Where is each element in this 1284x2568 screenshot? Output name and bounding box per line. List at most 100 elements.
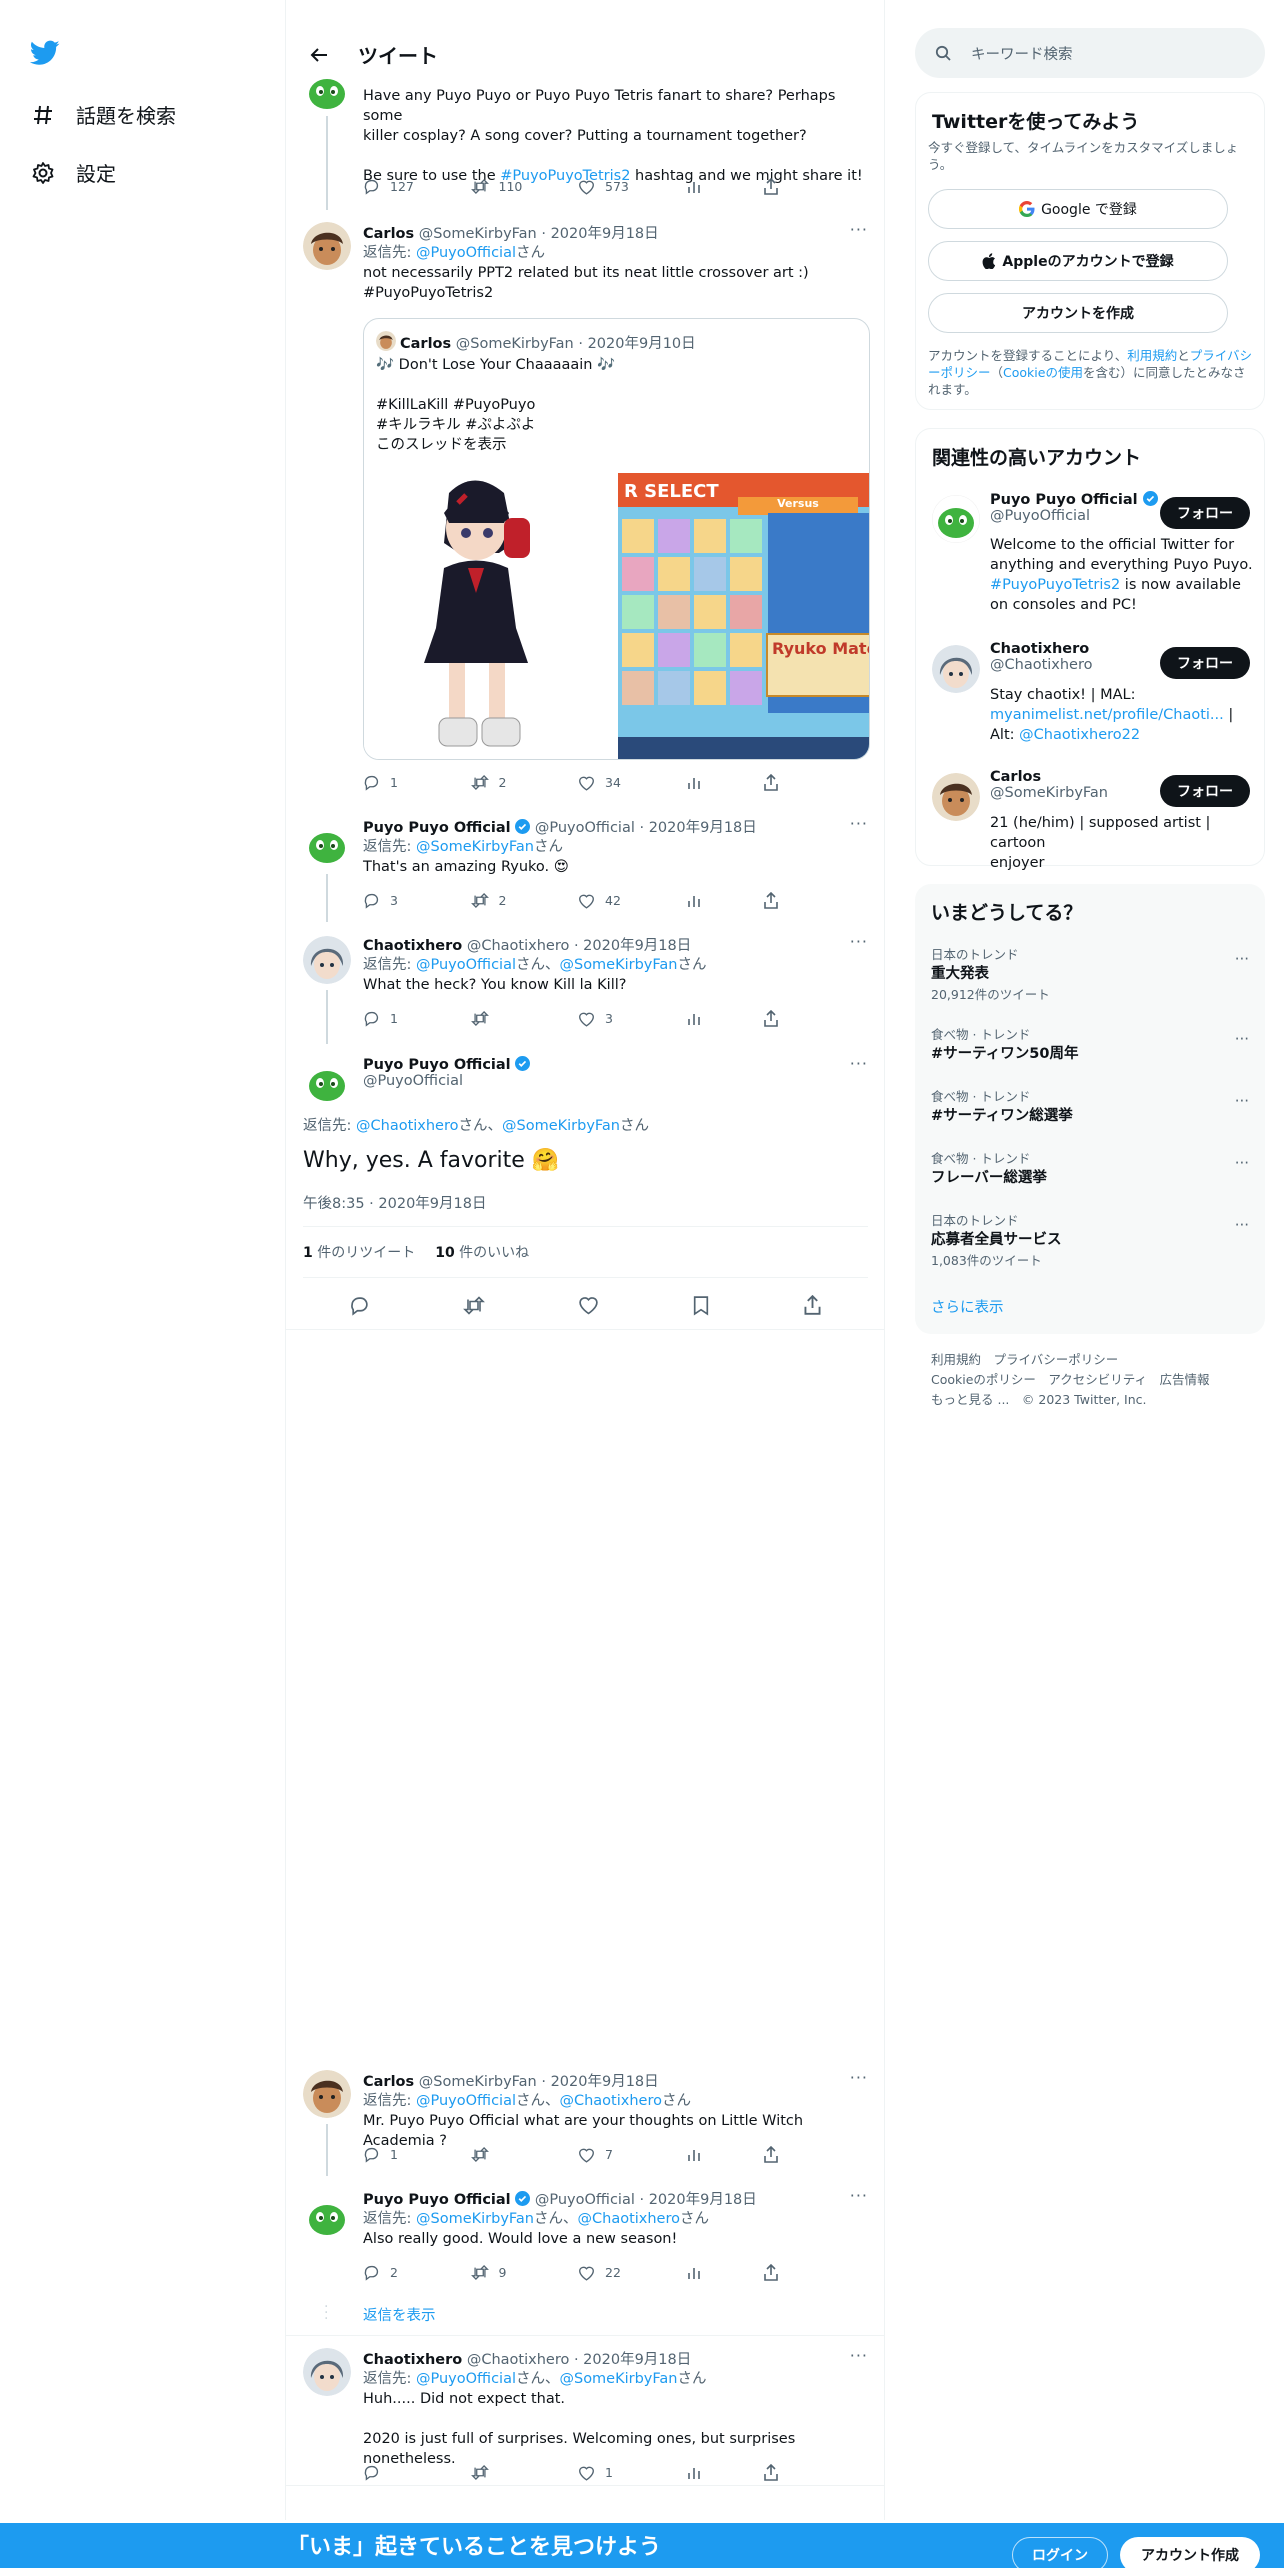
login-button[interactable]: ログイン bbox=[1012, 2537, 1108, 2568]
mention-link[interactable]: @Chaotixhero bbox=[578, 2211, 681, 2227]
views-button[interactable] bbox=[686, 892, 716, 909]
author-name[interactable]: Chaotixhero bbox=[363, 938, 462, 954]
like-button[interactable]: 34 bbox=[578, 774, 638, 791]
tweet-date[interactable]: 2020年9月18日 bbox=[551, 226, 659, 242]
like-button[interactable]: 42 bbox=[578, 892, 638, 909]
retweet-button[interactable]: 2 bbox=[470, 892, 531, 909]
author-name[interactable]: Puyo Puyo Official bbox=[363, 1057, 511, 1073]
google-signup-button[interactable]: Google で登録 bbox=[928, 189, 1228, 229]
nav-item-explore[interactable]: 話題を検索 bbox=[30, 100, 176, 129]
tweet-puyo-announcement[interactable]: Have any Puyo Puyo or Puyo Puyo Tetris f… bbox=[286, 64, 884, 210]
share-button[interactable] bbox=[763, 2464, 793, 2481]
like-button[interactable]: 3 bbox=[578, 1010, 638, 1027]
reply-icon[interactable] bbox=[349, 1295, 370, 1316]
author-handle[interactable]: @PuyoOfficial bbox=[535, 820, 635, 836]
profile-link[interactable]: myanimelist.net/profile/Chaoti... bbox=[990, 707, 1224, 723]
reply-button[interactable]: 1 bbox=[363, 1010, 423, 1027]
show-replies-link[interactable]: 返信を表示 bbox=[363, 2304, 436, 2325]
more-options-icon[interactable]: ··· bbox=[1235, 1216, 1249, 1234]
mention-link[interactable]: @SomeKirbyFan bbox=[559, 2371, 677, 2387]
tweet-chaotixhero-killlakill[interactable]: ··· Chaotixhero @Chaotixhero · 2020年9月18… bbox=[286, 922, 884, 1044]
views-button[interactable] bbox=[686, 1010, 716, 1027]
reply-button[interactable]: 2 bbox=[363, 2264, 423, 2281]
nav-item-settings[interactable]: 設定 bbox=[30, 158, 116, 187]
author-name[interactable]: Carlos bbox=[363, 226, 414, 242]
account-name[interactable]: Carlos bbox=[990, 769, 1108, 785]
views-button[interactable] bbox=[686, 774, 716, 791]
avatar[interactable] bbox=[303, 2348, 351, 2396]
retweet-icon[interactable] bbox=[463, 1295, 486, 1316]
footer-more-link[interactable]: もっと見る ... bbox=[931, 1392, 1009, 1407]
account-card-chaotixhero[interactable]: Chaotixhero @Chaotixhero フォロー Stay chaot… bbox=[916, 639, 1266, 763]
share-button[interactable] bbox=[763, 774, 793, 791]
retweet-stat[interactable]: 1 件のリツイート bbox=[303, 1242, 415, 1262]
trend-item[interactable]: 食べ物 · トレンド #サーティワン総選挙 ··· bbox=[915, 1086, 1265, 1136]
mention-link[interactable]: @Chaotixhero bbox=[559, 2093, 662, 2109]
retweet-button[interactable]: 110 bbox=[470, 178, 531, 195]
reply-button[interactable]: 127 bbox=[363, 178, 423, 195]
retweet-button[interactable]: 9 bbox=[470, 2264, 531, 2281]
author-handle[interactable]: @PuyoOfficial bbox=[363, 1073, 530, 1089]
tweet-carlos-lwa[interactable]: ··· Carlos @SomeKirbyFan · 2020年9月18日 返信… bbox=[286, 2058, 884, 2176]
bookmark-icon[interactable] bbox=[692, 1295, 710, 1316]
follow-button[interactable]: フォロー bbox=[1160, 775, 1250, 807]
mention-link[interactable]: @SomeKirbyFan bbox=[416, 839, 534, 855]
more-options-icon[interactable]: ··· bbox=[1235, 1092, 1249, 1110]
quoted-tweet[interactable]: Carlos @SomeKirbyFan · 2020年9月10日 🎶 Don'… bbox=[363, 318, 870, 760]
tweet-date[interactable]: 2020年9月18日 bbox=[583, 938, 691, 954]
mention-link[interactable]: @SomeKirbyFan bbox=[559, 957, 677, 973]
apple-signup-button[interactable]: Appleのアカウントで登録 bbox=[928, 241, 1228, 281]
follow-button[interactable]: フォロー bbox=[1160, 497, 1250, 529]
tweet-puyo-lwa[interactable]: ··· Puyo Puyo Official @PuyoOfficial · 2… bbox=[286, 2176, 884, 2336]
reply-button[interactable] bbox=[363, 2464, 423, 2481]
author-name[interactable]: Chaotixhero bbox=[363, 2352, 462, 2368]
author-handle[interactable]: @SomeKirbyFan bbox=[419, 226, 537, 242]
mention-link[interactable]: @SomeKirbyFan bbox=[502, 1118, 620, 1134]
avatar[interactable] bbox=[303, 66, 351, 114]
footer-links-line[interactable]: Cookieのポリシー アクセシビリティ 広告情報 bbox=[931, 1370, 1261, 1390]
reply-button[interactable]: 1 bbox=[363, 2146, 423, 2163]
account-card-carlos[interactable]: Carlos @SomeKirbyFan フォロー 21 (he/him) | … bbox=[916, 767, 1266, 871]
share-button[interactable] bbox=[763, 892, 793, 909]
avatar[interactable] bbox=[932, 645, 980, 693]
trend-item[interactable]: 食べ物 · トレンド #サーティワン50周年 ··· bbox=[915, 1024, 1265, 1074]
like-button[interactable]: 1 bbox=[578, 2464, 638, 2481]
views-button[interactable] bbox=[686, 2464, 716, 2481]
mention-link[interactable]: @PuyoOfficial bbox=[416, 2093, 516, 2109]
more-options-icon[interactable]: ··· bbox=[850, 1054, 868, 1073]
author-name[interactable]: Puyo Puyo Official bbox=[363, 820, 511, 836]
cookie-link[interactable]: Cookieの使用 bbox=[1003, 365, 1083, 380]
show-thread-link[interactable]: このスレッドを表示 bbox=[376, 435, 615, 455]
share-button[interactable] bbox=[763, 2264, 793, 2281]
tweet-puyo-amazing[interactable]: ··· Puyo Puyo Official @PuyoOfficial · 2… bbox=[286, 804, 884, 922]
terms-link[interactable]: 利用規約 bbox=[1127, 348, 1177, 363]
mention-link[interactable]: @Chaotixhero22 bbox=[1019, 727, 1140, 743]
mention-link[interactable]: @PuyoOfficial bbox=[416, 2371, 516, 2387]
account-name[interactable]: Puyo Puyo Official bbox=[990, 492, 1138, 508]
mention-link[interactable]: @SomeKirbyFan bbox=[416, 2211, 534, 2227]
reply-button[interactable]: 3 bbox=[363, 892, 423, 909]
account-handle[interactable]: @Chaotixhero bbox=[990, 657, 1093, 673]
account-handle[interactable]: @SomeKirbyFan bbox=[990, 785, 1108, 801]
tweet-date[interactable]: 2020年9月18日 bbox=[551, 2074, 659, 2090]
avatar[interactable] bbox=[932, 773, 980, 821]
share-button[interactable] bbox=[763, 1010, 793, 1027]
views-button[interactable] bbox=[686, 2264, 716, 2281]
author-name[interactable]: Puyo Puyo Official bbox=[363, 2192, 511, 2208]
show-more-trends-link[interactable]: さらに表示 bbox=[931, 1296, 1004, 1317]
create-account-button[interactable]: アカウントを作成 bbox=[928, 293, 1228, 333]
views-button[interactable] bbox=[686, 178, 716, 195]
more-options-icon[interactable]: ··· bbox=[1235, 950, 1249, 968]
search-input[interactable]: キーワード検索 bbox=[915, 28, 1265, 78]
tweet-date[interactable]: 2020年9月18日 bbox=[583, 2352, 691, 2368]
quoted-image-character-select[interactable]: R SELECT Versus Ryuko Mato bbox=[618, 473, 869, 759]
avatar[interactable] bbox=[932, 495, 980, 543]
heart-icon[interactable] bbox=[578, 1295, 599, 1315]
tweet-carlos-crossover[interactable]: ··· Carlos @SomeKirbyFan · 2020年9月18日 返信… bbox=[286, 210, 884, 804]
account-name[interactable]: Chaotixhero bbox=[990, 641, 1093, 657]
account-handle[interactable]: @PuyoOfficial bbox=[990, 508, 1158, 524]
tweet-chaotixhero-surprise[interactable]: ··· Chaotixhero @Chaotixhero · 2020年9月18… bbox=[286, 2336, 884, 2486]
like-stat[interactable]: 10 件のいいね bbox=[435, 1242, 529, 1262]
quoted-image-ryuko[interactable] bbox=[364, 473, 616, 759]
author-handle[interactable]: @SomeKirbyFan bbox=[419, 2074, 537, 2090]
